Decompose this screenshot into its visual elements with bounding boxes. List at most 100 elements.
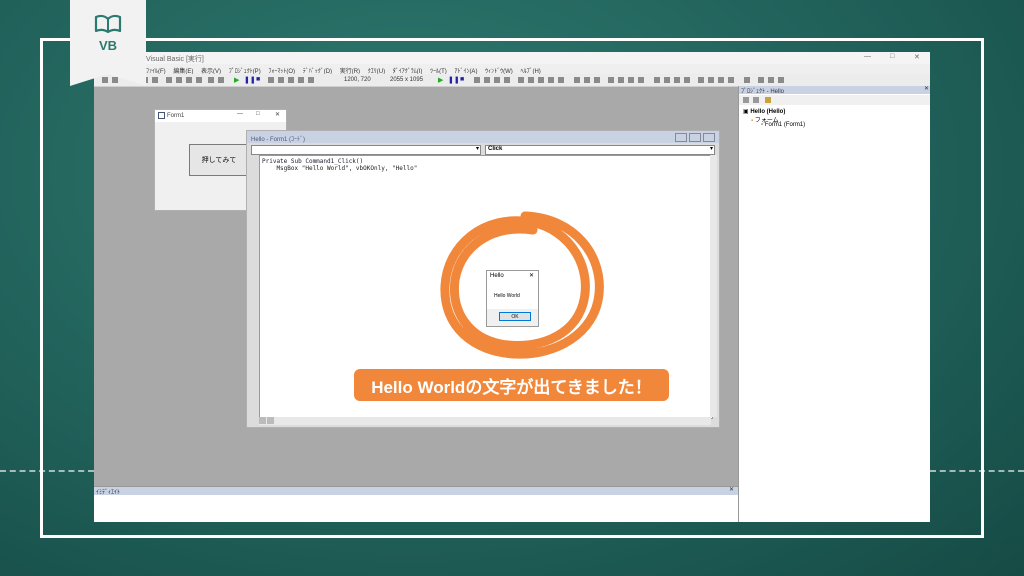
vertical-scrollbar[interactable]: [710, 155, 717, 417]
form1-minimize-icon[interactable]: —: [237, 111, 243, 117]
horizontal-scrollbar[interactable]: [259, 417, 711, 425]
position-readout: 1200, 720: [344, 77, 371, 83]
tree-form-label: Form1 (Form1): [764, 122, 806, 128]
next-bookmark-icon[interactable]: [708, 77, 714, 83]
bookmark-icon[interactable]: [698, 77, 704, 83]
paste-icon[interactable]: [186, 77, 192, 83]
code-minimize-icon[interactable]: [675, 133, 687, 142]
align-left-icon[interactable]: [574, 77, 580, 83]
watch-icon[interactable]: [538, 77, 544, 83]
form1-maximize-icon[interactable]: □: [256, 111, 260, 117]
quick-watch-icon[interactable]: [548, 77, 554, 83]
view-object-icon[interactable]: [753, 97, 759, 103]
bring-to-front-icon[interactable]: [618, 77, 624, 83]
clear-bookmarks-icon[interactable]: [728, 77, 734, 83]
form-editor-icon[interactable]: [744, 77, 750, 83]
copy-icon[interactable]: [176, 77, 182, 83]
step-over-icon[interactable]: [494, 77, 500, 83]
tree-project-root[interactable]: ▣ Hello (Hello): [743, 108, 785, 115]
procedure-view-icon[interactable]: [259, 417, 266, 424]
form-icon: [158, 112, 165, 119]
add-project-icon[interactable]: [102, 77, 108, 83]
code-window-titlebar: Hello - Form1 (ｺｰﾄﾞ): [247, 131, 719, 143]
procedure-dropdown[interactable]: Click ▾: [485, 145, 715, 155]
tree-form1[interactable]: ▫ Form1 (Form1): [761, 122, 805, 128]
code-line-2: MsgBox "Hello World", vbOKOnly, "Hello": [262, 165, 418, 172]
outdent-icon[interactable]: [664, 77, 670, 83]
project-toolbar: [739, 95, 930, 105]
properties-icon[interactable]: [278, 77, 284, 83]
view-code-icon[interactable]: [743, 97, 749, 103]
ide-menubar: ﾌｧｲﾙ(F) 編集(E) 表示(V) ﾌﾟﾛｼﾞｪｸﾄ(P) ﾌｫｰﾏｯﾄ(O…: [94, 64, 930, 75]
toolbox-icon[interactable]: [308, 77, 314, 83]
form1-title: Form1: [167, 113, 185, 119]
chevron-down-icon: ▾: [709, 146, 713, 152]
save-icon[interactable]: [152, 77, 158, 83]
send-to-back-icon[interactable]: [628, 77, 634, 83]
redo-icon[interactable]: [218, 77, 224, 83]
project-explorer-titlebar: ﾌﾟﾛｼﾞｪｸﾄ - Hello ✕: [739, 85, 930, 95]
comment-block-icon[interactable]: [674, 77, 680, 83]
project-explorer: ﾌﾟﾛｼﾞｪｸﾄ - Hello ✕ ▣ Hello (Hello) ▪ フォー…: [738, 86, 930, 522]
call-stack-icon[interactable]: [558, 77, 564, 83]
size-readout: 2055 x 1095: [390, 77, 424, 83]
project-icon: ▣: [743, 109, 749, 115]
uncomment-block-icon[interactable]: [684, 77, 690, 83]
immediate-icon[interactable]: [528, 77, 534, 83]
code-maximize-icon[interactable]: [689, 133, 701, 142]
prev-bookmark-icon[interactable]: [718, 77, 724, 83]
push-me-button[interactable]: 押してみて: [189, 144, 249, 176]
full-module-view-icon[interactable]: [267, 417, 274, 424]
ide-titlebar: Visual Basic [実行] — □ ✕: [94, 52, 930, 64]
dashed-line-right: [930, 470, 1024, 472]
align-center-icon[interactable]: [584, 77, 590, 83]
code-close-icon[interactable]: [703, 133, 715, 142]
stop-icon-2[interactable]: ■: [460, 76, 464, 83]
project-explorer-icon[interactable]: [268, 77, 274, 83]
immediate-titlebar: ｲﾐﾃﾞｨｴｲﾄ ✕: [94, 486, 738, 496]
maximize-icon[interactable]: □: [890, 53, 894, 60]
vb-bookmark-badge: VB: [70, 0, 146, 86]
toggle-breakpoint-icon[interactable]: [474, 77, 480, 83]
add-form-icon[interactable]: [112, 77, 118, 83]
start-icon[interactable]: ▶: [234, 76, 239, 84]
start-icon-2[interactable]: ▶: [438, 76, 443, 84]
toggle-folders-icon[interactable]: [765, 97, 771, 103]
highlight-stroke: [440, 211, 604, 359]
find-icon[interactable]: [196, 77, 202, 83]
undo-icon[interactable]: [208, 77, 214, 83]
pause-icon-2[interactable]: ❚❚: [448, 76, 460, 84]
close-icon[interactable]: ✕: [914, 53, 920, 61]
cut-icon[interactable]: [166, 77, 172, 83]
highlight-circle: [440, 211, 604, 359]
immediate-window: ｲﾐﾃﾞｨｴｲﾄ ✕: [94, 486, 738, 522]
stop-icon[interactable]: ■: [256, 76, 260, 83]
project-close-icon[interactable]: ✕: [924, 85, 929, 92]
layout-icon-3[interactable]: [778, 77, 784, 83]
form-layout-icon[interactable]: [288, 77, 294, 83]
locals-icon[interactable]: [518, 77, 524, 83]
immediate-close-icon[interactable]: ✕: [729, 486, 734, 493]
project-explorer-title: ﾌﾟﾛｼﾞｪｸﾄ - Hello: [741, 89, 785, 95]
step-out-icon[interactable]: [504, 77, 510, 83]
open-book-icon: [94, 14, 122, 34]
form1-close-icon[interactable]: ✕: [275, 111, 280, 118]
minimize-icon[interactable]: —: [864, 53, 871, 60]
layout-icon-2[interactable]: [768, 77, 774, 83]
object-browser-icon[interactable]: [298, 77, 304, 83]
step-into-icon[interactable]: [484, 77, 490, 83]
procedure-value: Click: [488, 146, 503, 152]
code-line-1: Private Sub Command1_Click(): [262, 158, 364, 165]
form1-titlebar: Form1 — □ ✕: [155, 110, 286, 122]
indent-icon[interactable]: [654, 77, 660, 83]
folder-icon: ▪: [751, 118, 754, 124]
dashed-line-left: [0, 470, 94, 472]
make-same-size-icon[interactable]: [608, 77, 614, 83]
layout-icon-1[interactable]: [758, 77, 764, 83]
align-right-icon[interactable]: [594, 77, 600, 83]
caption-banner: Hello Worldの文字が出てきました！: [354, 369, 669, 401]
pause-icon[interactable]: ❚❚: [244, 76, 256, 84]
object-dropdown[interactable]: ▾: [251, 145, 481, 155]
form-icon: ▫: [761, 122, 764, 128]
lock-controls-icon[interactable]: [638, 77, 644, 83]
